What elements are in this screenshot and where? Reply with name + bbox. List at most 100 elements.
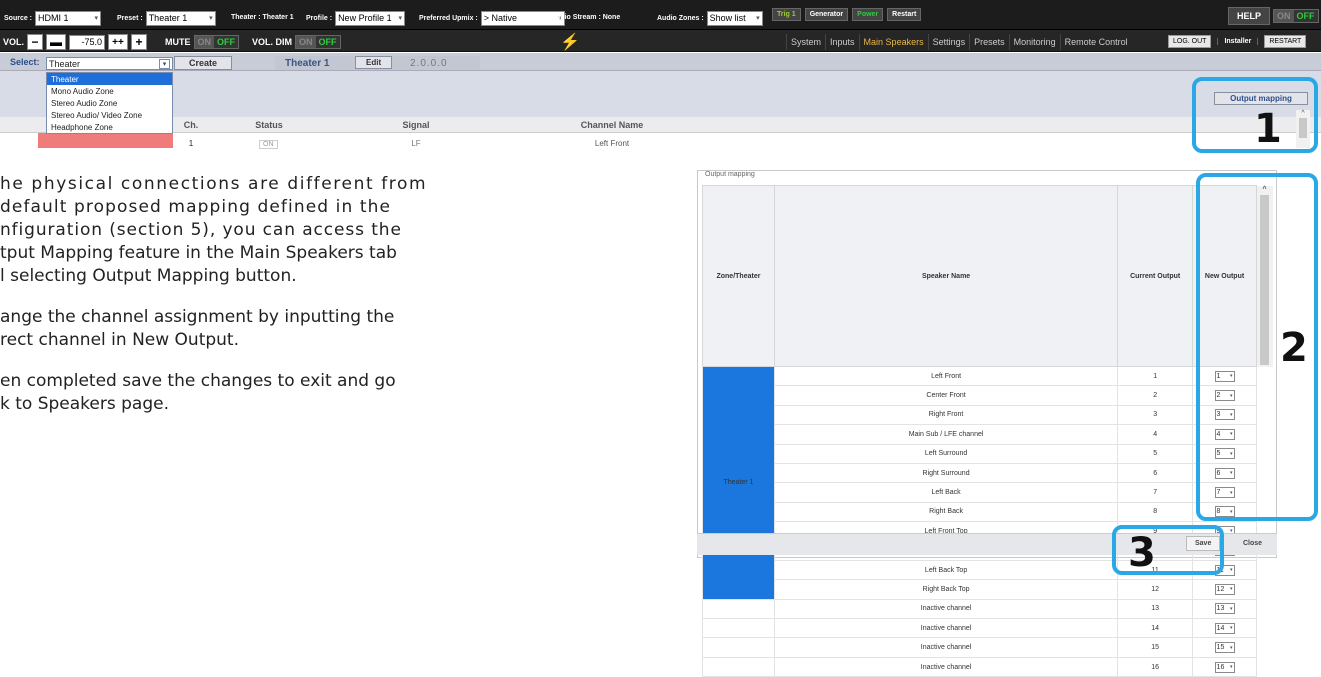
help-toggle[interactable]: ON OFF bbox=[1273, 9, 1319, 23]
tab-system[interactable]: System bbox=[786, 34, 825, 50]
speaker-name-cell: Right Surround bbox=[773, 462, 1119, 484]
restart-top-button[interactable]: Restart bbox=[887, 8, 922, 21]
row-signal: LF bbox=[411, 139, 421, 148]
volume-down-button[interactable]: − bbox=[27, 34, 44, 50]
audio-zones-label: Audio Zones : bbox=[657, 14, 704, 22]
tab-main-speakers[interactable]: Main Speakers bbox=[858, 34, 928, 50]
instruction-line: nfiguration (section 5), you can access … bbox=[0, 220, 402, 240]
output-mapping-table: Zone/Theater Speaker Name Current Output… bbox=[702, 185, 1273, 677]
tab-remote-control[interactable]: Remote Control bbox=[1059, 34, 1132, 50]
power-button[interactable]: Power bbox=[852, 8, 884, 21]
dropdown-option[interactable]: Stereo Audio/ Video Zone bbox=[47, 109, 172, 121]
close-button[interactable]: Close bbox=[1234, 536, 1272, 551]
installer-label: Installer bbox=[1217, 38, 1259, 45]
audio-zones-select[interactable]: Show list ▾ bbox=[706, 10, 763, 26]
instruction-line: rect channel in New Output. bbox=[0, 330, 240, 350]
source-select[interactable]: HDMI 1 ▾ bbox=[35, 10, 102, 26]
mapping-row: Inactive channel 14 14 ▾ bbox=[702, 618, 1273, 639]
new-output-value: 16 bbox=[1216, 663, 1225, 671]
source-value: HDMI 1 bbox=[38, 13, 69, 23]
new-output-select[interactable]: 16 ▾ bbox=[1214, 661, 1235, 673]
speaker-name-cell: Left Back bbox=[773, 482, 1119, 503]
zone-type-select[interactable]: Theater ▾ bbox=[46, 57, 173, 70]
help-button[interactable]: HELP bbox=[1228, 7, 1271, 25]
restart-button[interactable]: RESTART bbox=[1264, 35, 1307, 48]
audio-stream-indicator: Audio Stream : None bbox=[551, 11, 620, 22]
current-output-cell: 6 bbox=[1117, 462, 1194, 484]
tab-settings[interactable]: Settings bbox=[927, 34, 970, 50]
current-output-cell: 16 bbox=[1117, 656, 1194, 677]
mapping-row: Left Surround 5 5 ▾ bbox=[703, 443, 1273, 464]
mute-label: MUTE bbox=[165, 37, 191, 47]
col-status: Status bbox=[255, 120, 283, 130]
logout-button[interactable]: LOG. OUT bbox=[1168, 35, 1212, 48]
chevron-down-icon: ▾ bbox=[398, 15, 403, 22]
speaker-name-cell: Right Front bbox=[773, 404, 1119, 426]
current-output-cell: 12 bbox=[1117, 579, 1194, 600]
row-status[interactable]: ON bbox=[259, 140, 278, 149]
current-output-cell: 5 bbox=[1117, 443, 1194, 464]
dropdown-option[interactable]: Mono Audio Zone bbox=[47, 85, 172, 97]
current-output-cell: 15 bbox=[1117, 637, 1194, 658]
speaker-name-cell: Right Back bbox=[773, 501, 1119, 523]
current-output-cell: 8 bbox=[1117, 501, 1194, 523]
preset-select[interactable]: Theater 1 ▾ bbox=[145, 10, 216, 26]
callout-number-2: 2 bbox=[1280, 325, 1308, 371]
vol-dim-label: VOL. DIM bbox=[252, 37, 292, 47]
new-output-value: 15 bbox=[1216, 644, 1225, 652]
current-output-cell: 1 bbox=[1117, 365, 1194, 387]
zone-cell-empty bbox=[702, 656, 775, 677]
zone-cell-empty bbox=[702, 598, 775, 620]
mapping-row: Inactive channel 13 13 ▾ bbox=[702, 598, 1273, 620]
col-current-output: Current Output bbox=[1117, 185, 1194, 367]
profile-select[interactable]: New Profile 1 ▾ bbox=[335, 10, 406, 26]
mute-control: MUTE ON OFF bbox=[165, 31, 239, 53]
main-tabs: System Inputs Main Speakers Settings Pre… bbox=[786, 34, 1132, 50]
volume-slider-icon[interactable]: ▬ bbox=[46, 34, 67, 50]
vol-dim-toggle[interactable]: ON OFF bbox=[295, 35, 341, 49]
preset-label: Preset : bbox=[117, 14, 143, 22]
session-buttons: LOG. OUT Installer RESTART bbox=[1168, 35, 1307, 48]
volume-up-fast-button[interactable]: ++ bbox=[108, 34, 129, 50]
new-output-select[interactable]: 13 ▾ bbox=[1214, 603, 1235, 615]
col-speaker-name: Speaker Name bbox=[773, 185, 1119, 367]
help-off-label: OFF bbox=[1293, 10, 1318, 22]
dropdown-option[interactable]: Headphone Zone bbox=[47, 121, 172, 133]
volume-value[interactable]: -75.0 bbox=[69, 34, 106, 50]
row-color-marker bbox=[38, 133, 173, 148]
mute-toggle[interactable]: ON OFF bbox=[193, 35, 239, 49]
generator-button[interactable]: Generator bbox=[804, 8, 849, 21]
speaker-name-cell: Center Front bbox=[773, 385, 1119, 406]
new-output-select[interactable]: 15 ▾ bbox=[1214, 642, 1235, 654]
instruction-line: tput Mapping feature in the Main Speaker… bbox=[0, 243, 397, 263]
upmix-value: > Native bbox=[483, 13, 518, 23]
tab-monitoring[interactable]: Monitoring bbox=[1008, 34, 1060, 50]
volume-up-button[interactable]: + bbox=[131, 34, 148, 50]
vol-dim-off-label: OFF bbox=[315, 36, 340, 48]
chevron-down-icon: ▾ bbox=[159, 58, 170, 69]
new-output-cell: 12 ▾ bbox=[1192, 579, 1257, 600]
create-button[interactable]: Create bbox=[174, 56, 232, 70]
current-output-cell: 4 bbox=[1117, 424, 1194, 445]
col-signal: Signal bbox=[402, 120, 430, 130]
mapping-row: Right Back Top 12 12 ▾ bbox=[703, 579, 1273, 600]
dropdown-option[interactable]: Stereo Audio Zone bbox=[47, 97, 172, 109]
dropdown-option[interactable]: Theater bbox=[47, 73, 172, 85]
volume-label: VOL. bbox=[3, 37, 25, 47]
mapping-header-row: Zone/Theater Speaker Name Current Output… bbox=[702, 185, 1273, 367]
trig-button[interactable]: Trig 1 bbox=[772, 8, 801, 21]
current-output-cell: 2 bbox=[1117, 385, 1194, 406]
zone-cell-empty bbox=[702, 618, 775, 639]
edit-button[interactable]: Edit bbox=[355, 56, 393, 69]
current-output-cell: 14 bbox=[1117, 618, 1194, 639]
speaker-name-cell: Inactive channel bbox=[773, 656, 1119, 677]
new-output-select[interactable]: 12 ▾ bbox=[1214, 583, 1235, 595]
mapping-row: Right Front 3 3 ▾ bbox=[703, 404, 1273, 426]
new-output-select[interactable]: 14 ▾ bbox=[1214, 622, 1235, 634]
instruction-line: default proposed mapping defined in the bbox=[0, 197, 392, 217]
tab-presets[interactable]: Presets bbox=[969, 34, 1009, 50]
tab-inputs[interactable]: Inputs bbox=[825, 34, 859, 50]
speaker-name-cell: Left Surround bbox=[773, 443, 1119, 464]
chevron-down-icon: ▾ bbox=[1230, 625, 1233, 632]
new-output-value: 13 bbox=[1216, 605, 1225, 613]
